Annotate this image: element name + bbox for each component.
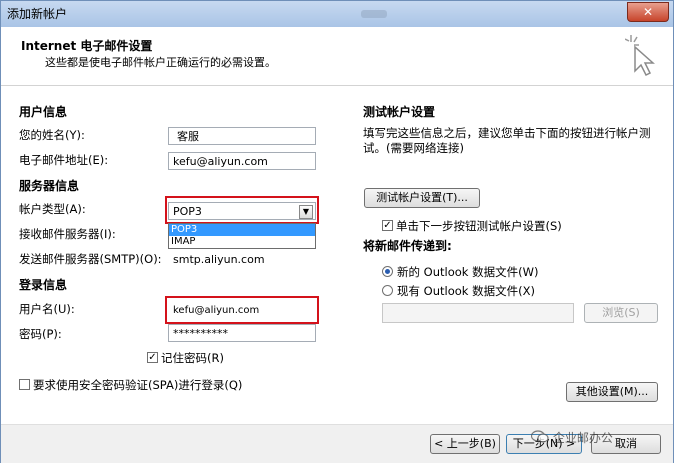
incoming-server-label: 接收邮件服务器(I): <box>19 227 116 241</box>
outgoing-server-field[interactable]: smtp.aliyun.com <box>168 250 316 268</box>
test-settings-description: 填写完这些信息之后，建议您单击下面的按钮进行帐户测试。(需要网络连接) <box>363 126 651 155</box>
existing-data-file-radio[interactable] <box>382 285 393 296</box>
other-settings-button[interactable]: 其他设置(M)... <box>566 382 658 402</box>
cursor-sparkle-icon <box>625 35 655 77</box>
spa-checkbox[interactable] <box>19 379 30 390</box>
user-info-heading: 用户信息 <box>19 105 68 119</box>
new-data-file-label: 新的 Outlook 数据文件(W) <box>397 265 539 279</box>
test-account-button[interactable]: 测试帐户设置(T)... <box>364 188 480 208</box>
email-field[interactable]: kefu@aliyun.com <box>168 152 316 170</box>
blurred-title-text <box>361 10 387 18</box>
dialog-window: 添加新帐户 ✕ Internet 电子邮件设置 这些都是使电子邮件帐户正确运行的… <box>0 0 674 463</box>
username-label: 用户名(U): <box>19 302 75 316</box>
existing-data-file-label: 现有 Outlook 数据文件(X) <box>397 284 535 298</box>
test-settings-heading: 测试帐户设置 <box>363 105 436 119</box>
new-data-file-radio[interactable] <box>382 266 393 277</box>
page-subtitle: 这些都是使电子邮件帐户正确运行的必需设置。 <box>45 56 276 69</box>
back-button[interactable]: < 上一步(B) <box>430 434 500 454</box>
username-field[interactable]: kefu@aliyun.com <box>168 301 316 319</box>
name-value: 客服 <box>177 130 199 143</box>
chevron-down-icon[interactable]: ▼ <box>299 205 313 219</box>
account-type-select[interactable]: POP3 ▼ <box>168 202 316 220</box>
deliver-heading: 将新邮件传递到: <box>363 239 452 253</box>
account-type-label: 帐户类型(A): <box>19 202 86 216</box>
email-label: 电子邮件地址(E): <box>19 153 109 167</box>
title-bar[interactable]: 添加新帐户 ✕ <box>1 1 673 27</box>
data-file-path-field <box>382 303 574 323</box>
auto-test-checkbox[interactable]: ✓ <box>382 220 393 231</box>
dropdown-option-pop3[interactable]: POP3 <box>169 224 315 236</box>
chat-bubble-icon <box>530 430 549 443</box>
browse-button[interactable]: 浏览(S) <box>584 303 658 323</box>
page-header: Internet 电子邮件设置 这些都是使电子邮件帐户正确运行的必需设置。 <box>1 27 673 86</box>
remember-password-label: 记住密码(R) <box>161 351 224 365</box>
watermark-label: 企业邮办公 <box>552 431 613 445</box>
remember-password-checkbox[interactable]: ✓ <box>147 352 158 363</box>
password-label: 密码(P): <box>19 327 62 341</box>
account-type-value: POP3 <box>173 205 202 218</box>
server-info-heading: 服务器信息 <box>19 179 80 193</box>
auto-test-label: 单击下一步按钮测试帐户设置(S) <box>396 219 562 233</box>
login-info-heading: 登录信息 <box>19 278 68 292</box>
name-label: 您的姓名(Y): <box>19 128 85 142</box>
spa-label: 要求使用安全密码验证(SPA)进行登录(Q) <box>33 378 243 392</box>
dropdown-option-imap[interactable]: IMAP <box>169 236 315 248</box>
watermark-text: 企业邮办公 <box>530 429 613 446</box>
page-title: Internet 电子邮件设置 <box>21 39 153 53</box>
close-button[interactable]: ✕ <box>627 2 669 22</box>
password-field[interactable]: ********** <box>168 324 316 342</box>
account-type-dropdown-list[interactable]: POP3 IMAP <box>168 223 316 249</box>
name-field[interactable]: 客服 <box>168 127 316 145</box>
window-title: 添加新帐户 <box>7 7 68 21</box>
content-area: 用户信息 您的姓名(Y): 客服 电子邮件地址(E): kefu@aliyun.… <box>1 86 673 424</box>
outgoing-server-label: 发送邮件服务器(SMTP)(O): <box>19 252 162 266</box>
